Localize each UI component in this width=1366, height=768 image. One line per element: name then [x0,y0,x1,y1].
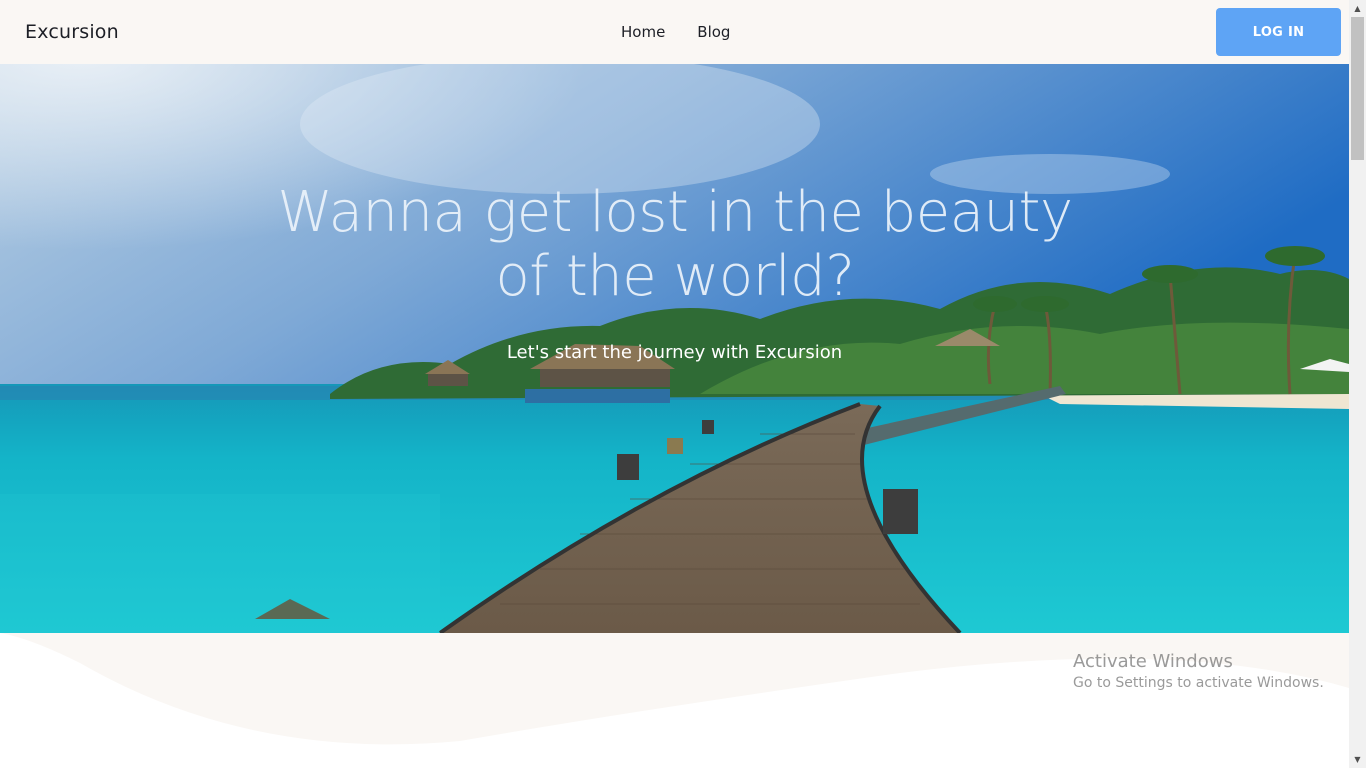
watermark-subtitle: Go to Settings to activate Windows. [1073,675,1324,691]
navbar: Excursion Home Blog LOG IN [0,0,1349,64]
hero-title: Wanna get lost in the beauty of the worl… [277,180,1073,309]
watermark-title: Activate Windows [1073,651,1233,672]
nav-link-home[interactable]: Home [621,23,665,41]
main-nav: Home Blog [621,23,730,41]
nav-link-blog[interactable]: Blog [697,23,730,41]
activate-windows-watermark: Activate Windows Go to Settings to activ… [1073,651,1324,691]
hero-subtitle: Let's start the journey with Excursion [506,342,843,363]
scroll-thumb[interactable] [1351,17,1364,160]
page-scrollbar[interactable]: ▲ ▼ [1349,0,1366,768]
brand-logo[interactable]: Excursion [25,21,119,43]
hero-section: Wanna get lost in the beauty of the worl… [0,64,1349,633]
scroll-up-arrow-icon[interactable]: ▲ [1349,0,1366,17]
login-button[interactable]: LOG IN [1216,8,1341,56]
scroll-down-arrow-icon[interactable]: ▼ [1349,751,1366,768]
